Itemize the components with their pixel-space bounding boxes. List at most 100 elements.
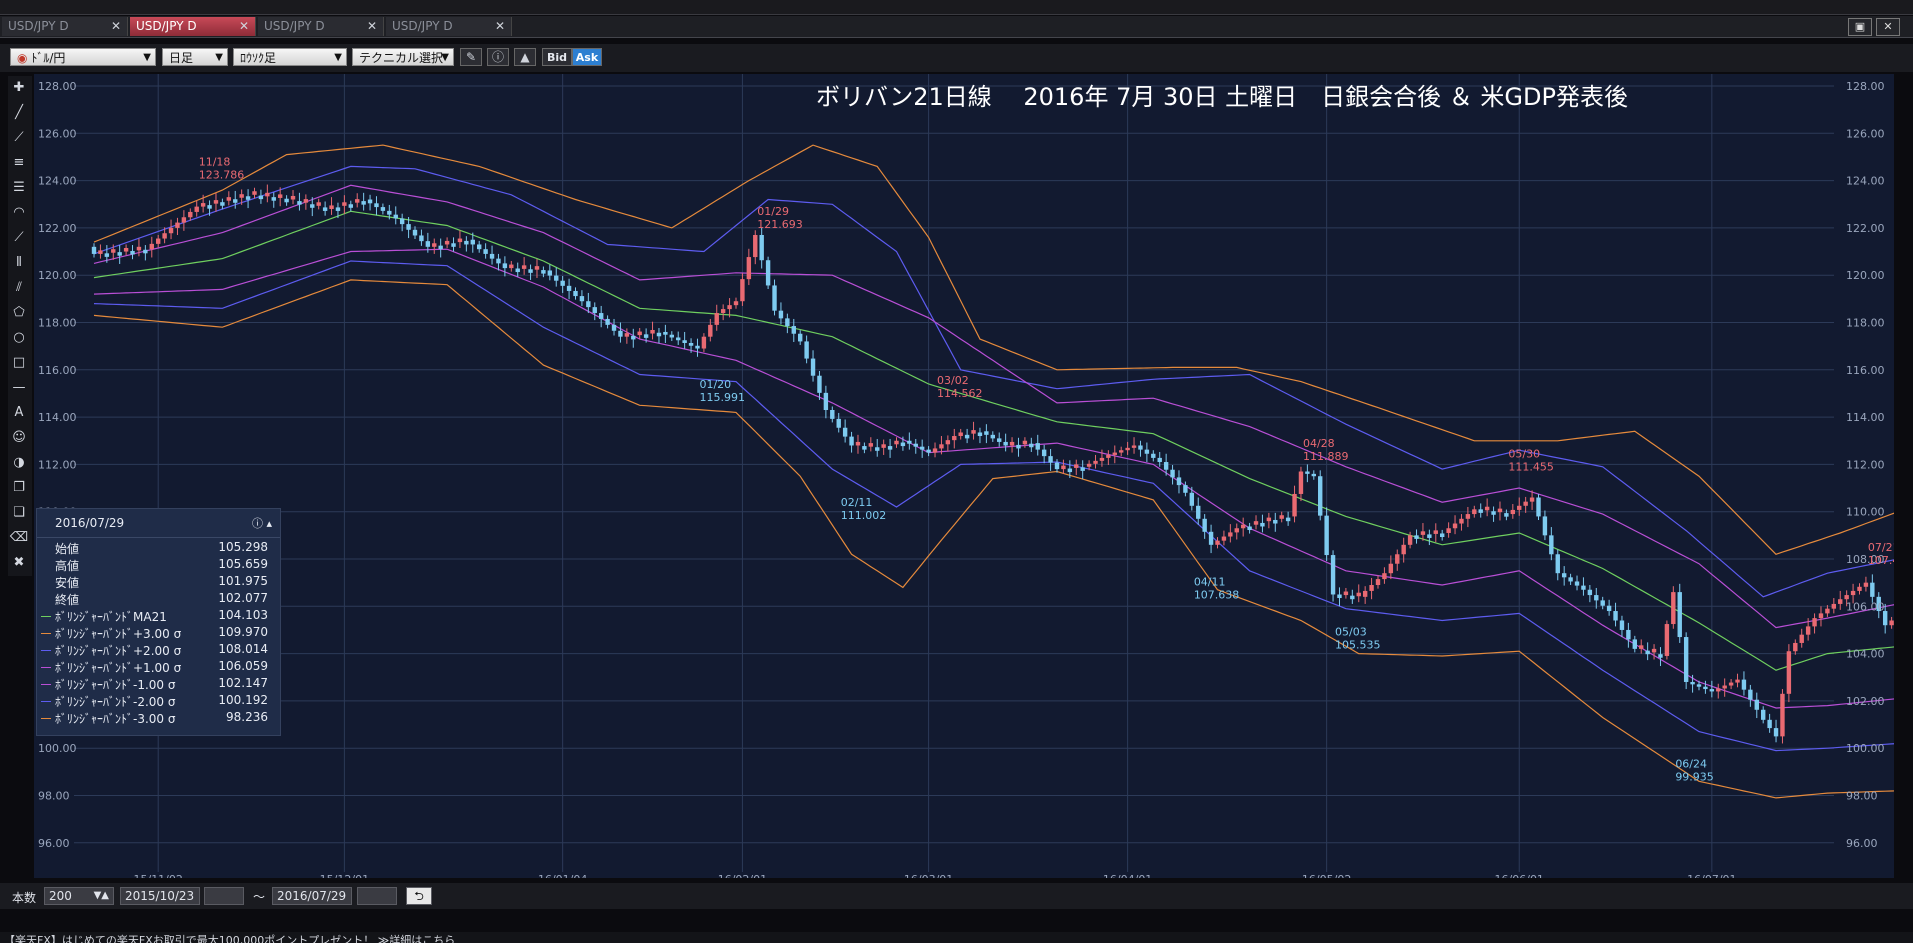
ohlc-value: 101.975: [218, 574, 268, 588]
candle-body: [444, 240, 450, 245]
to-time-field[interactable]: [357, 887, 397, 905]
ohlc-value: 102.077: [218, 591, 268, 605]
candle-body: [1658, 654, 1663, 658]
from-time-field[interactable]: [204, 887, 244, 905]
candle-body: [1793, 642, 1798, 652]
candle-body: [149, 243, 154, 250]
candle-body: [1247, 526, 1252, 531]
candle-body: [643, 334, 649, 338]
candle-body: [1671, 592, 1676, 625]
from-date-field[interactable]: 2015/10/23: [120, 887, 200, 905]
candle-body: [509, 264, 514, 269]
candle-body: [676, 337, 681, 341]
candle-body: [226, 197, 232, 201]
annotation-price: 107.498: [1868, 554, 1894, 567]
close-icon[interactable]: ✕: [495, 17, 505, 36]
candle-body: [265, 192, 270, 197]
bar-count-field[interactable]: 200 ▼▲: [44, 887, 114, 905]
band-color-swatch: [41, 633, 51, 634]
to-date-field[interactable]: 2016/07/29: [272, 887, 352, 905]
close-icon[interactable]: ✕: [367, 17, 377, 36]
ohlc-row: 始値 105.298: [37, 540, 280, 557]
candle-body: [939, 444, 944, 449]
paste-icon[interactable]: ❏: [8, 501, 30, 523]
candle-body: [1029, 443, 1034, 448]
candle-body: [1292, 493, 1297, 517]
erase-all-icon[interactable]: ✖: [8, 551, 30, 573]
candle-body: [528, 269, 533, 273]
technical-select[interactable]: テクニカル選択 ▼: [352, 48, 454, 66]
y-tick-label-right: 118.00: [1846, 317, 1885, 330]
candle-body: [1504, 513, 1509, 517]
trendline-icon[interactable]: ╱: [8, 101, 30, 123]
candle-body: [419, 235, 424, 242]
info-icon[interactable]: ⓘ: [487, 48, 509, 66]
return-icon[interactable]: ⮌: [406, 887, 432, 905]
candle-body: [1484, 506, 1490, 511]
currency-pair-select[interactable]: ◉ ﾄﾞﾙ/円 ▼: [10, 48, 156, 66]
hline-icon[interactable]: —: [8, 376, 30, 398]
candle-body: [393, 214, 398, 219]
band-value: 102.147: [218, 676, 268, 690]
candle-body: [1401, 544, 1406, 555]
channel-icon[interactable]: ⫽: [8, 276, 30, 298]
crosshair-icon[interactable]: ✚: [8, 76, 30, 98]
ohlc-row: 高値 105.659: [37, 557, 280, 574]
timeframe-select[interactable]: 日足 ▼: [162, 48, 228, 66]
circle-icon[interactable]: ○: [8, 326, 30, 348]
copy-icon[interactable]: ❐: [8, 476, 30, 498]
data-window-header: 2016/07/29 ⓘ ▴: [37, 509, 280, 538]
info-collapse-icon[interactable]: ⓘ ▴: [252, 515, 272, 531]
arc-icon[interactable]: ◠: [8, 201, 30, 223]
band-label: ﾎﾞﾘﾝｼﾞｬｰﾊﾞﾝﾄﾞ-2.00 σ: [55, 695, 176, 709]
chart-tab-3[interactable]: USD/JPY D ✕: [258, 17, 384, 36]
candle-body: [1016, 444, 1021, 449]
pen-icon[interactable]: ✎: [460, 48, 482, 66]
ohlc-value: 105.659: [218, 557, 268, 571]
magnet-icon[interactable]: ◑: [8, 451, 30, 473]
y-tick-label-right: 128.00: [1846, 80, 1885, 93]
maximize-icon[interactable]: ▣: [1848, 18, 1872, 36]
candle-body: [1170, 469, 1175, 478]
candle-body: [1337, 594, 1342, 599]
bid-button[interactable]: Bid: [542, 48, 572, 66]
candle-body: [130, 250, 135, 255]
close-icon[interactable]: ✕: [239, 17, 249, 36]
price-chart[interactable]: 128.00 128.00 126.00 126.00 124.00 124.00 122.…: [34, 74, 1894, 878]
candle-body: [361, 201, 366, 205]
band-plus2: [93, 165, 1894, 598]
icon-stamp-icon[interactable]: ☺: [8, 426, 30, 448]
fan-icon[interactable]: ⟋: [8, 226, 30, 248]
candle-body: [175, 222, 180, 228]
rectangle-icon[interactable]: □: [8, 351, 30, 373]
eraser-icon[interactable]: ⌫: [8, 526, 30, 548]
chart-tab-2-active[interactable]: USD/JPY D ✕: [130, 17, 256, 36]
chart-tab-1[interactable]: USD/JPY D ✕: [2, 17, 128, 36]
close-icon[interactable]: ✕: [111, 17, 121, 36]
candle-body: [1889, 620, 1894, 626]
candle-body: [1626, 629, 1631, 640]
band-color-swatch: [41, 667, 51, 668]
pentagon-icon[interactable]: ⬠: [8, 301, 30, 323]
candle-body: [958, 432, 963, 437]
ask-button[interactable]: Ask: [572, 48, 602, 66]
candle-body: [971, 430, 976, 434]
parallel-lines-icon[interactable]: ☰: [8, 176, 30, 198]
vertical-lines-icon[interactable]: ⦀: [8, 251, 30, 273]
candle-body: [496, 258, 501, 264]
chart-tab-4[interactable]: USD/JPY D ✕: [386, 17, 512, 36]
candle-body: [919, 446, 925, 450]
horizontal-line-icon[interactable]: ≡: [8, 151, 30, 173]
close-window-icon[interactable]: ✕: [1876, 18, 1900, 36]
area-chart-icon[interactable]: ▲: [514, 48, 536, 66]
candle-body: [695, 345, 700, 349]
chart-style-select[interactable]: ﾛｳｿｸ足 ▼: [233, 48, 347, 66]
y-tick-label-right: 114.00: [1846, 411, 1885, 424]
candle-body: [1112, 452, 1117, 455]
candle-body: [804, 341, 809, 359]
ruler-icon[interactable]: ⟋: [8, 126, 30, 148]
stepper-icon[interactable]: ▼▲: [94, 888, 109, 904]
status-banner[interactable]: 【楽天FX】はじめての楽天FXお取引で最大100,000ポイントプレゼント！ ≫…: [0, 932, 1913, 943]
text-icon[interactable]: A: [8, 401, 30, 423]
candle-body: [470, 239, 475, 245]
